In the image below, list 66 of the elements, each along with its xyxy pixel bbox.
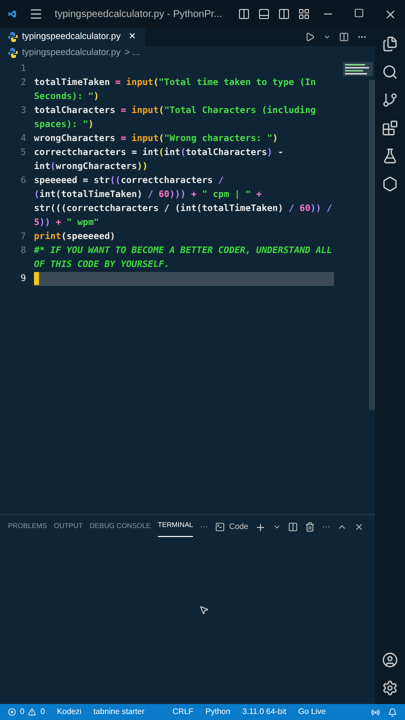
maximize-icon[interactable] [354,8,364,18]
line-number: 3 [20,105,27,118]
code-line: speeeeed = str((correctcharacters / (int(totalTimeTaken) / 60))) + " cpm | " + str(((correctcharacters / (int(totalTimeTaken) / 60)) / 5)) + " wpm" [34,176,334,228]
line-number: 8 [20,245,27,258]
code-line: #* IF YOU WANT TO BECOME A BETTER CODER, UNDERSTAND ALL OF THIS CODE BY YOURSELF. [34,246,334,270]
text-cursor [34,272,39,286]
settings-icon[interactable] [382,680,398,696]
menu-icon[interactable] [28,7,43,21]
line-number: 9 [20,273,27,286]
panel-layout-icon[interactable] [258,8,270,20]
source-control-icon[interactable] [382,92,398,108]
code-line: print(speeeeed) [34,232,116,242]
warning-count[interactable]: 0 [40,706,45,718]
dropdown-icon[interactable] [273,523,282,531]
terminal-name[interactable]: Code [229,521,248,533]
code-line: correctcharacters = int(int(totalCharacters) - int(wrongCharacters)) [34,148,284,172]
code-line: wrongCharacters = input("Wrong characters: ") [34,134,278,144]
mouse-cursor-icon [198,604,208,614]
breadcrumb-file[interactable]: typingspeedcalculator.py [22,46,121,60]
line-number: 1 [20,63,27,76]
split-layout-icon[interactable] [278,8,290,20]
notifications-icon[interactable] [388,708,397,716]
more-views-button[interactable]: ··· [200,521,208,533]
trash-icon[interactable] [305,522,316,532]
line-number: 2 [20,77,27,90]
status-item[interactable]: Go Live [298,706,326,718]
terminal-icon[interactable] [215,522,226,532]
status-item[interactable]: CRLF [172,706,194,718]
split-editor-icon[interactable] [339,32,349,42]
run-icon[interactable] [305,32,315,42]
more-actions-button[interactable]: ··· [322,521,330,533]
python-icon [8,48,18,58]
testing-icon[interactable] [382,148,398,164]
search-icon[interactable] [382,64,398,80]
tab-close-icon[interactable]: ✕ [128,30,137,44]
feedback-icon[interactable] [371,708,380,716]
dropdown-icon[interactable] [323,33,331,41]
new-terminal-icon[interactable] [255,522,266,532]
sidebar-layout-icon[interactable] [238,8,250,20]
explorer-icon[interactable] [382,36,398,52]
extensions-icon[interactable] [382,120,398,136]
customize-layout-icon[interactable] [298,8,310,20]
error-count[interactable]: 0 [20,706,24,718]
extension-icon[interactable] [382,176,398,192]
python-icon [8,32,18,42]
status-item[interactable]: Python [205,706,230,718]
line-number: 6 [20,175,27,188]
status-item[interactable]: Kodezi [56,706,82,718]
split-terminal-icon[interactable] [288,522,298,532]
line-number: 5 [20,147,27,160]
status-item[interactable]: 3.11.0 64-bit [242,706,286,718]
close-icon[interactable] [384,8,397,20]
scrollbar[interactable] [369,80,375,410]
editor-tab[interactable]: typingspeedcalculator.py ✕ [0,28,145,46]
status-item[interactable]: tabnine starter [93,706,145,718]
error-icon[interactable] [8,708,16,716]
code-line: totalTimeTaken = input("Total time taken to type (In Seconds): ") [34,78,317,102]
line-number: 4 [20,133,27,146]
minimap-drawing [343,62,373,76]
warning-icon[interactable] [28,708,36,716]
code-line: totalCharacters = input("Total Characters (including spaces): ") [34,106,317,130]
breadcrumb-more[interactable]: > ... [124,46,140,60]
window-title: typingspeedcalculator.py - PythonPr... [54,8,222,22]
close-panel-icon[interactable] [354,522,364,532]
line-number: 7 [20,231,27,244]
account-icon[interactable] [382,652,398,668]
